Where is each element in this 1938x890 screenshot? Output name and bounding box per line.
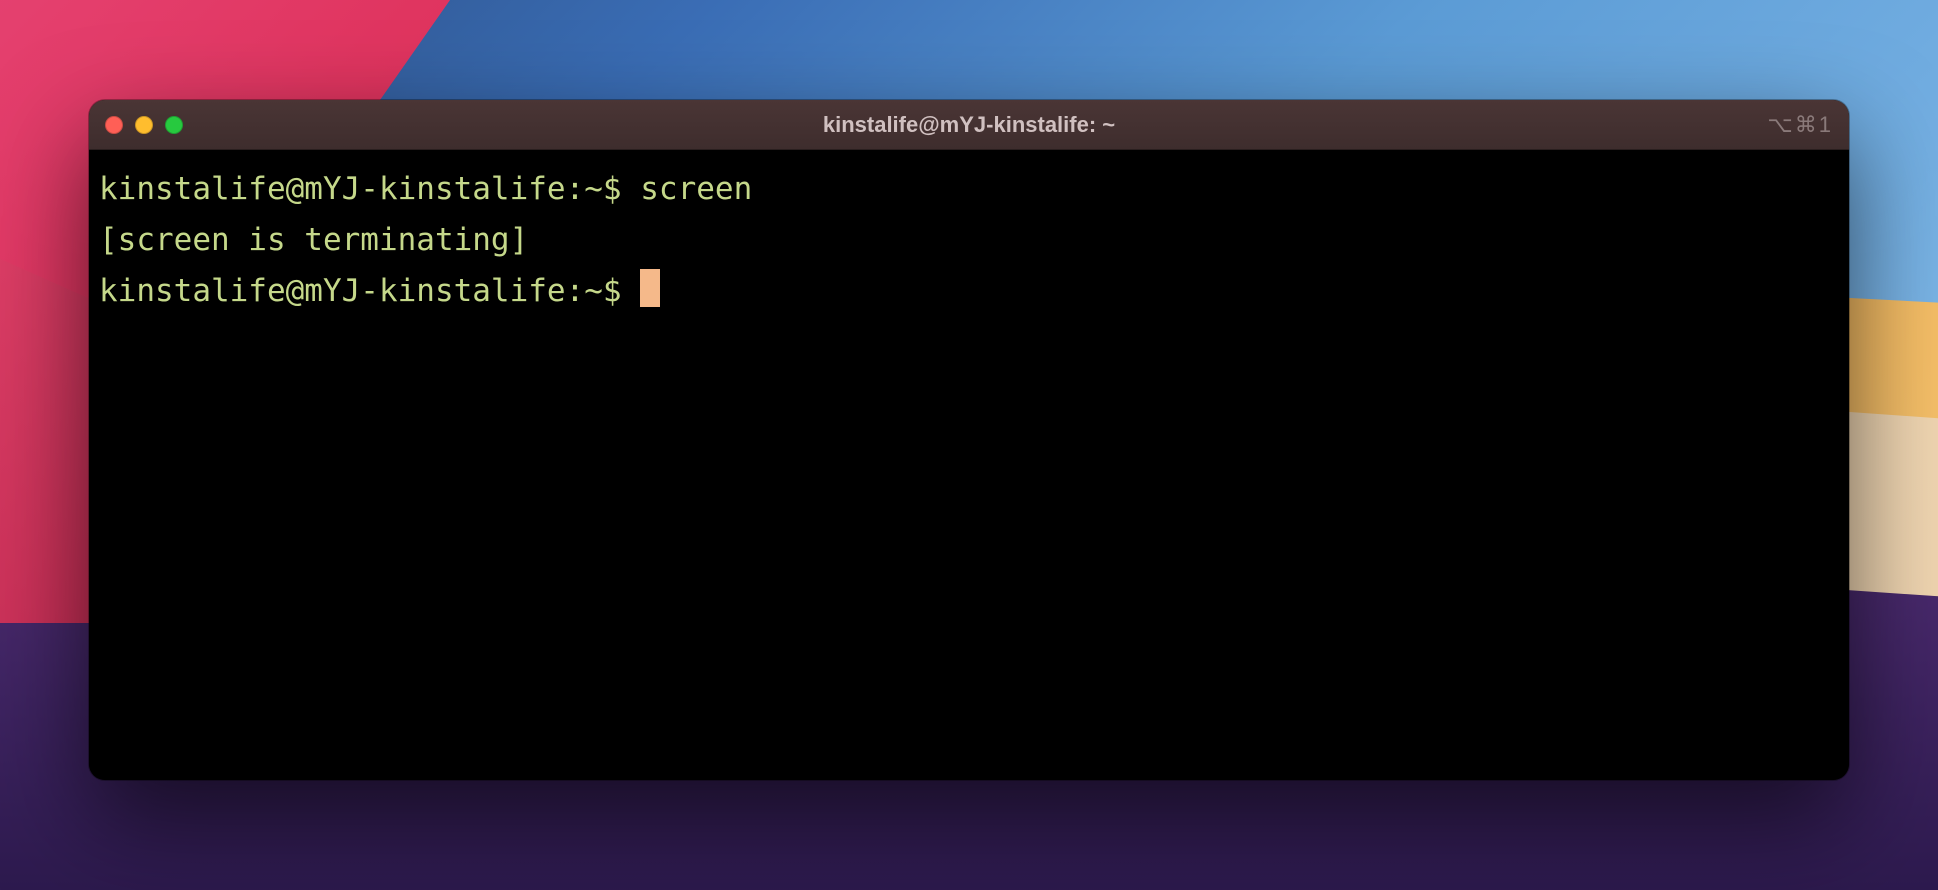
shell-prompt: kinstalife@mYJ-kinstalife:~$ bbox=[99, 171, 640, 207]
shortcut-indicator: ⌥⌘1 bbox=[1767, 112, 1833, 138]
minimize-button[interactable] bbox=[135, 116, 153, 134]
terminal-cursor bbox=[640, 269, 660, 307]
terminal-line: [screen is terminating] bbox=[99, 215, 1839, 266]
terminal-line: kinstalife@mYJ-kinstalife:~$ screen bbox=[99, 164, 1839, 215]
shell-prompt: kinstalife@mYJ-kinstalife:~$ bbox=[99, 273, 640, 309]
terminal-window: kinstalife@mYJ-kinstalife: ~ ⌥⌘1 kinstal… bbox=[89, 100, 1849, 780]
close-button[interactable] bbox=[105, 116, 123, 134]
window-titlebar[interactable]: kinstalife@mYJ-kinstalife: ~ ⌥⌘1 bbox=[89, 100, 1849, 150]
window-title: kinstalife@mYJ-kinstalife: ~ bbox=[823, 112, 1115, 138]
terminal-body[interactable]: kinstalife@mYJ-kinstalife:~$ screen [scr… bbox=[89, 150, 1849, 780]
traffic-lights bbox=[105, 116, 183, 134]
shell-command: screen bbox=[640, 171, 752, 207]
terminal-line: kinstalife@mYJ-kinstalife:~$ bbox=[99, 266, 1839, 317]
zoom-button[interactable] bbox=[165, 116, 183, 134]
shell-output: [screen is terminating] bbox=[99, 222, 528, 258]
